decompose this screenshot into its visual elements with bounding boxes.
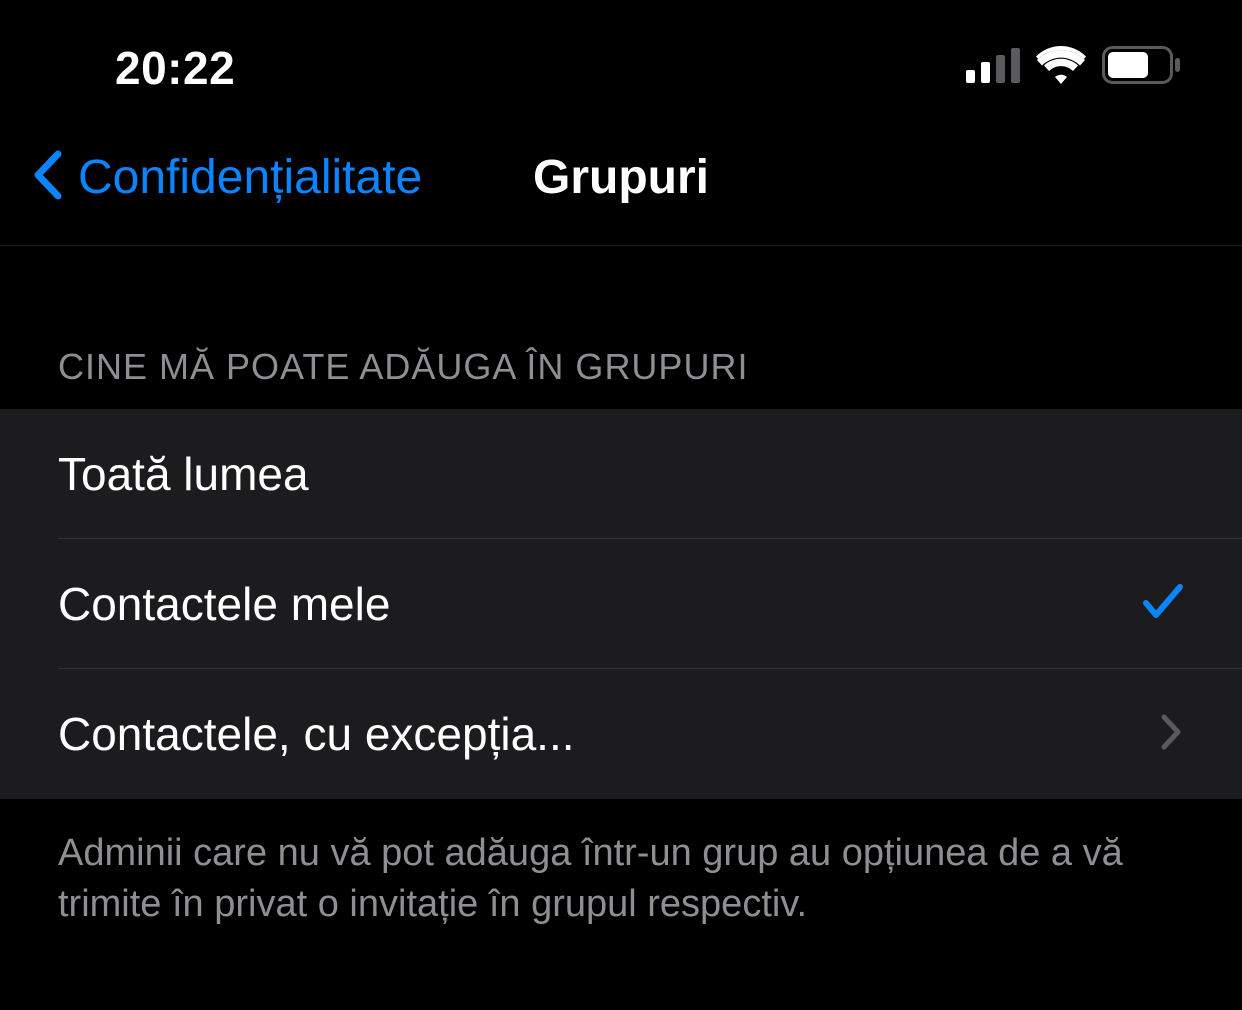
chevron-left-icon <box>30 150 66 205</box>
page-title: Grupuri <box>533 150 709 205</box>
section-footer: Adminii care nu vă pot adăuga într-un gr… <box>0 800 1242 959</box>
back-button[interactable]: Confidențialitate <box>30 150 422 205</box>
checkmark-icon <box>1142 581 1184 628</box>
wifi-icon <box>1036 46 1086 89</box>
status-bar: 20:22 <box>0 0 1242 120</box>
option-contacts-except[interactable]: Contactele, cu excepția... <box>0 669 1242 800</box>
back-label: Confidențialitate <box>78 150 422 205</box>
battery-icon <box>1102 46 1182 89</box>
options-group: Toată lumea Contactele mele Contactele, … <box>0 408 1242 800</box>
cellular-signal-icon <box>966 48 1020 88</box>
content-area: CINE MĂ POATE ADĂUGA ÎN GRUPURI Toată lu… <box>0 246 1242 959</box>
option-label: Contactele mele <box>58 577 390 631</box>
nav-bar: Confidențialitate Grupuri <box>0 120 1242 246</box>
option-label: Contactele, cu excepția... <box>58 707 575 761</box>
status-time: 20:22 <box>115 41 235 95</box>
option-label: Toată lumea <box>58 447 309 501</box>
section-header: CINE MĂ POATE ADĂUGA ÎN GRUPURI <box>0 246 1242 408</box>
status-indicators <box>966 46 1182 89</box>
option-my-contacts[interactable]: Contactele mele <box>0 539 1242 669</box>
chevron-right-icon <box>1160 713 1184 756</box>
option-everyone[interactable]: Toată lumea <box>0 408 1242 539</box>
